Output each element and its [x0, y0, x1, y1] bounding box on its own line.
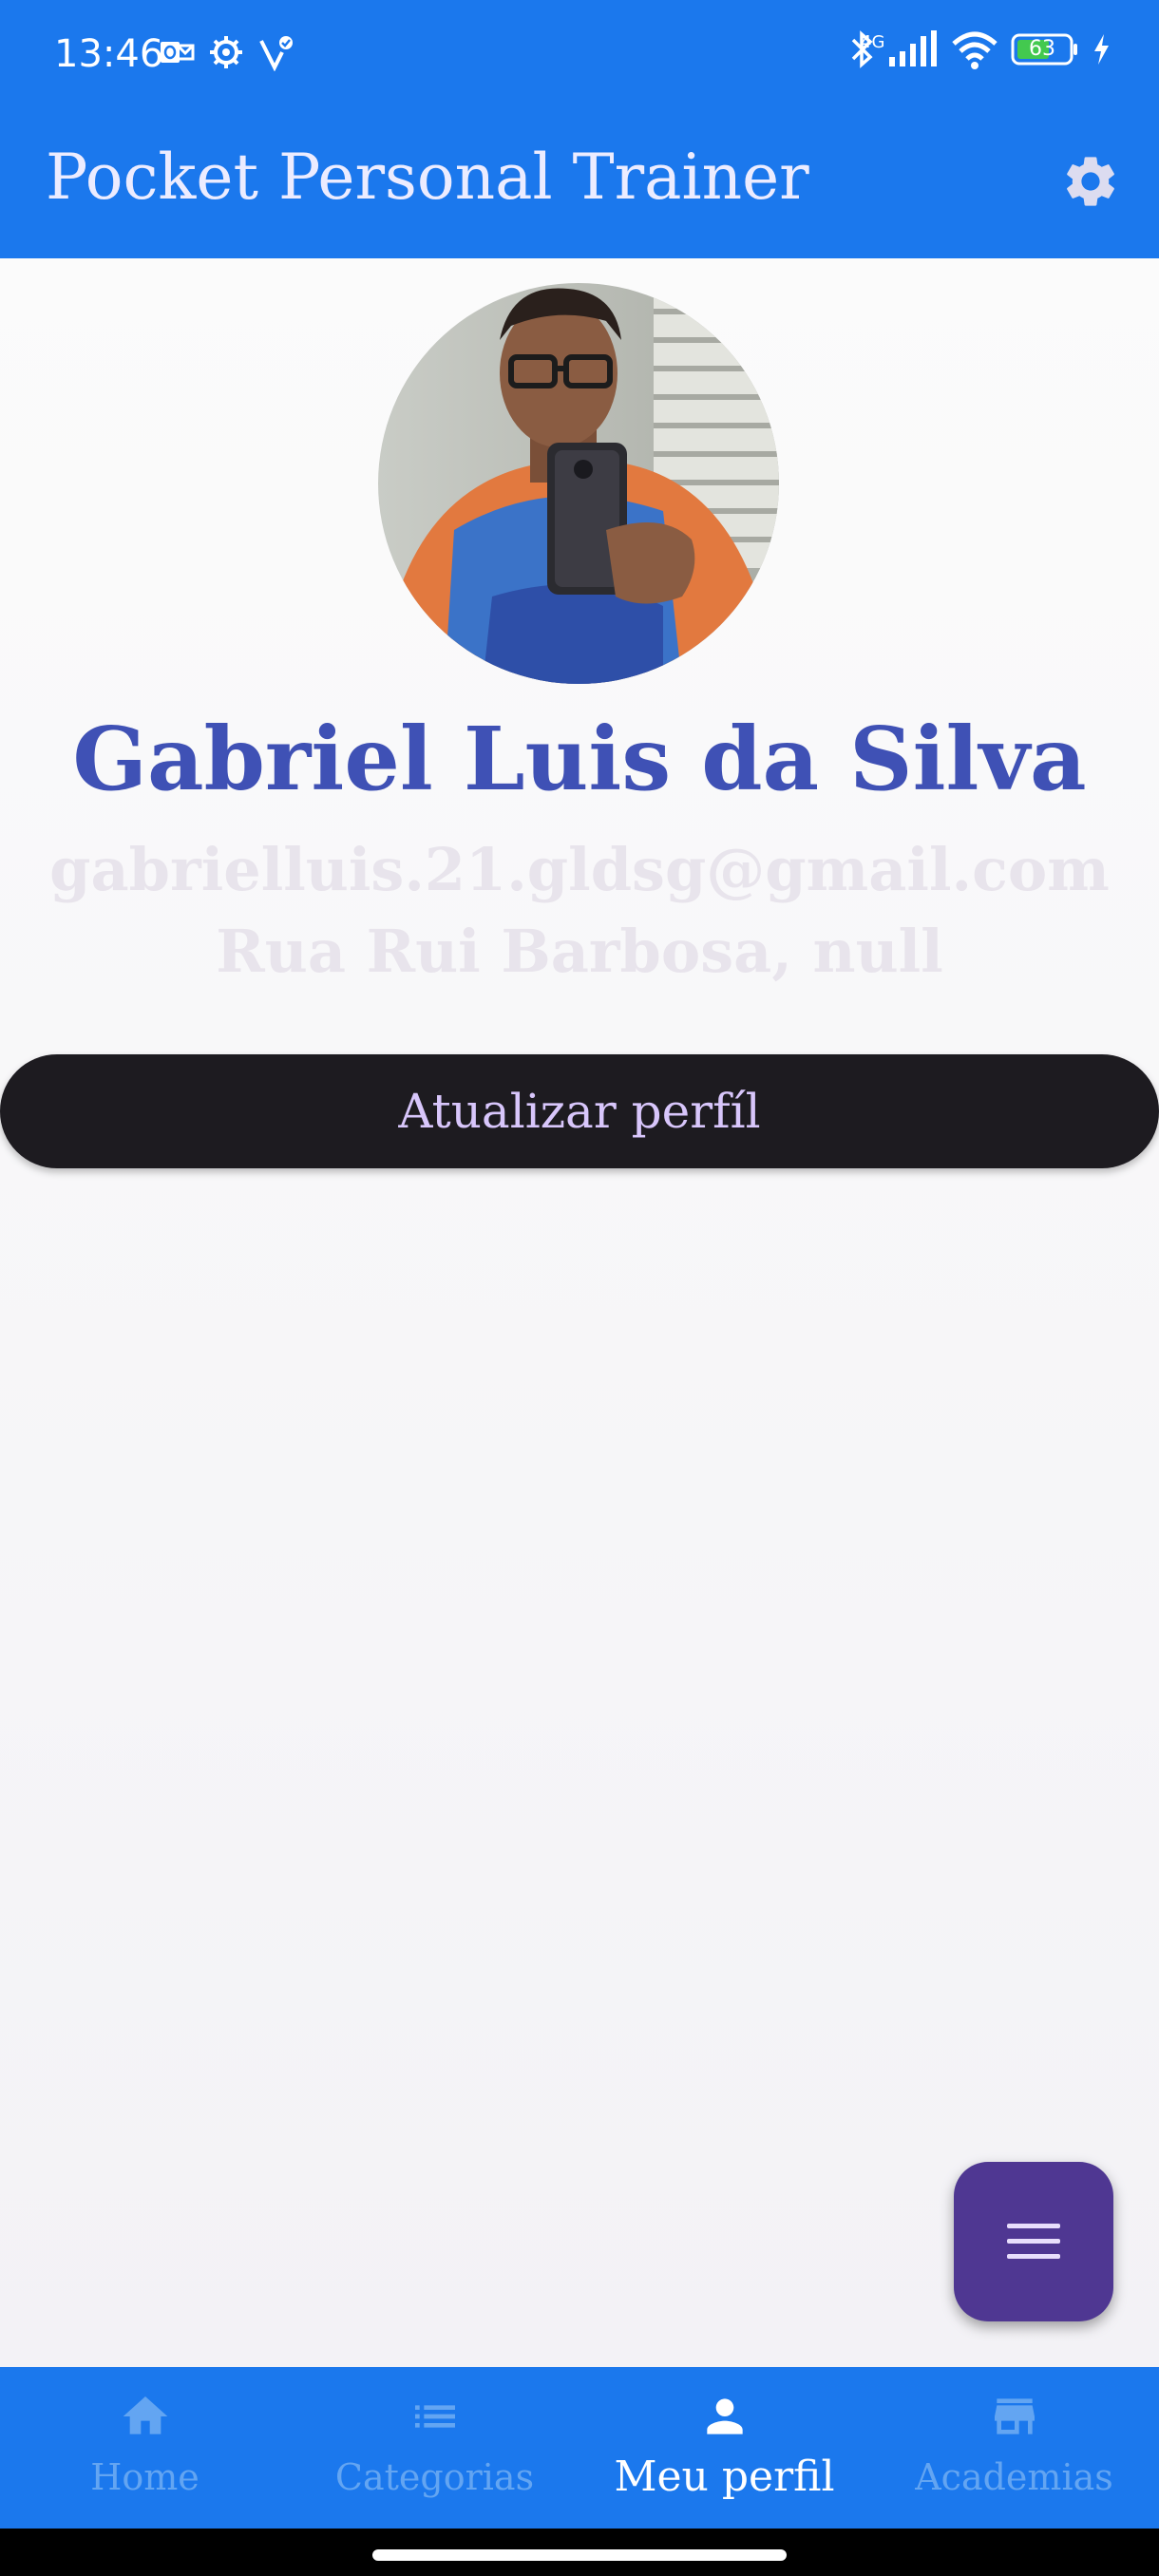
status-right-icons: 63: [849, 28, 1112, 70]
list-icon: [414, 2405, 455, 2428]
gear-cog-icon: [210, 36, 242, 68]
app-bar: Pocket Personal Trainer: [0, 107, 1159, 258]
check-heart-icon: [259, 36, 293, 71]
nav-label-categorias: Categorias: [334, 2456, 535, 2498]
person-icon: [706, 2398, 743, 2434]
status-left-icons: [159, 33, 295, 71]
nav-item-categorias[interactable]: Categorias: [290, 2367, 580, 2529]
bluetooth-icon: [851, 30, 873, 68]
signal-icon: [889, 30, 937, 66]
status-time: 13:46: [54, 32, 164, 76]
nav-item-home[interactable]: Home: [0, 2367, 290, 2529]
charging-icon: [1094, 34, 1109, 65]
home-icon: [123, 2396, 167, 2434]
home-indicator[interactable]: [372, 2549, 787, 2561]
nav-label-home: Home: [90, 2456, 200, 2498]
app-title: Pocket Personal Trainer: [46, 141, 809, 214]
battery-icon: 63: [1011, 32, 1079, 66]
profile-email: gabrielluis.21.gldsg@gmail.com: [49, 835, 1110, 904]
menu-icon: [1007, 2224, 1060, 2259]
profile-avatar: [378, 283, 779, 684]
system-navigation-bar: [0, 2529, 1159, 2576]
profile-name: Gabriel Luis da Silva: [72, 708, 1087, 810]
menu-fab-button[interactable]: [954, 2162, 1113, 2321]
store-icon: [994, 2398, 1035, 2434]
profile-address: Rua Rui Barbosa, null: [216, 917, 943, 986]
bottom-navigation: Home Categorias Meu perfil Academias: [0, 2367, 1159, 2529]
status-bar: 13:46 4G 63: [0, 0, 1159, 107]
nav-item-academias[interactable]: Academias: [869, 2367, 1159, 2529]
nav-label-meu-perfil: Meu perfil: [614, 2453, 835, 2501]
outlook-icon: [161, 42, 195, 63]
wifi-icon: [952, 31, 998, 69]
nav-item-meu-perfil[interactable]: Meu perfil: [580, 2367, 869, 2529]
settings-gear-icon: [1067, 157, 1114, 206]
settings-button[interactable]: [1054, 145, 1127, 218]
profile-content: Gabriel Luis da Silva gabrielluis.21.gld…: [0, 258, 1159, 2367]
battery-level: 63: [1029, 37, 1055, 61]
nav-label-academias: Academias: [915, 2456, 1113, 2498]
update-profile-button[interactable]: Atualizar perfíl: [0, 1054, 1159, 1168]
